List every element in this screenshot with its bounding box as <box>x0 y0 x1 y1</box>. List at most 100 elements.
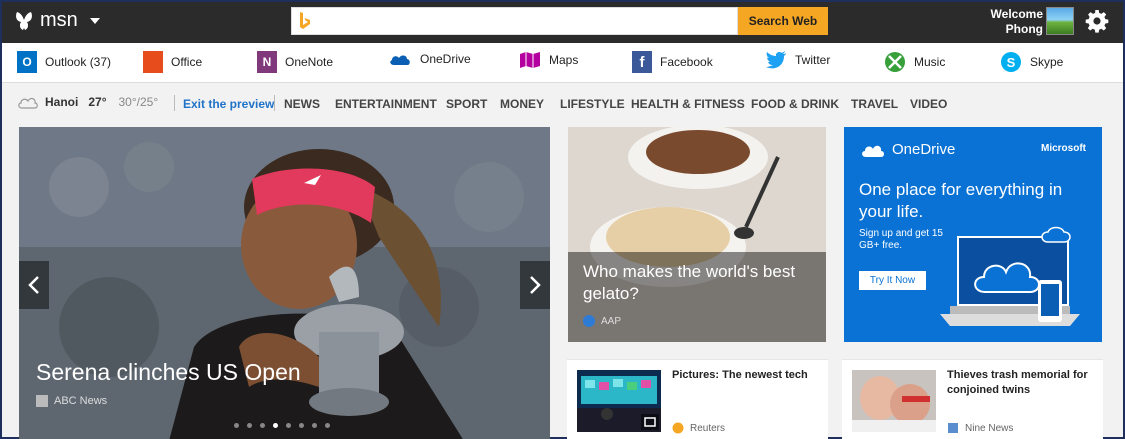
memorial-headline[interactable]: Thieves trash memorial for conjoined twi… <box>947 368 1092 398</box>
maps-icon <box>520 52 540 68</box>
weather-temp: 27° <box>88 95 107 109</box>
nav-video[interactable]: VIDEO <box>910 97 947 111</box>
twitter-icon <box>766 51 786 69</box>
carousel-dot[interactable] <box>234 423 239 428</box>
top-bar: msn Search Web Welcome Phong <box>2 2 1123 43</box>
onenote-icon: N <box>257 51 277 73</box>
carousel-dot[interactable] <box>312 423 317 428</box>
search-web-button[interactable]: Search Web <box>738 7 828 35</box>
gelato-headline[interactable]: Who makes the world's best gelato? <box>583 261 813 305</box>
hero-image <box>19 127 550 439</box>
weather-city: Hanoi <box>45 95 79 109</box>
bing-icon <box>300 12 310 29</box>
onedrive-ad[interactable]: OneDrive Microsoft One place for everyth… <box>844 127 1102 342</box>
app-link-outlook[interactable]: O Outlook (37) <box>17 51 111 73</box>
carousel-dot[interactable] <box>247 423 252 428</box>
carousel-dot[interactable] <box>260 423 265 428</box>
app-label: Music <box>914 55 946 69</box>
user-greeting[interactable]: Welcome Phong <box>991 7 1043 37</box>
carousel-dot[interactable] <box>273 423 278 428</box>
nav-lifestyle[interactable]: LIFESTYLE <box>560 97 625 111</box>
app-link-office[interactable]: Office <box>143 51 202 73</box>
memorial-thumbnail <box>852 370 936 432</box>
search-box <box>291 7 738 35</box>
nav-food-drink[interactable]: FOOD & DRINK <box>751 97 839 111</box>
ad-headline: One place for everything in your life. <box>859 180 1063 221</box>
app-label: Facebook <box>660 55 713 69</box>
nav-health-fitness[interactable]: HEALTH & FITNESS <box>631 97 745 111</box>
xbox-music-icon <box>885 52 905 72</box>
gelato-image <box>568 127 826 342</box>
nav-travel[interactable]: TRAVEL <box>851 97 898 111</box>
memorial-source: Nine News <box>947 422 1013 434</box>
app-link-onenote[interactable]: N OneNote <box>257 51 333 73</box>
carousel-dots <box>234 423 330 428</box>
tech-headline[interactable]: Pictures: The newest tech <box>672 368 817 383</box>
user-name: Phong <box>1005 22 1043 36</box>
nav-news[interactable]: NEWS <box>284 97 320 111</box>
aap-icon <box>583 315 595 327</box>
butterfly-icon <box>16 11 32 30</box>
weather-range: 30°/25° <box>118 95 159 109</box>
hero-source: ABC News <box>36 395 107 407</box>
gelato-source: AAP <box>583 315 621 327</box>
divider <box>174 95 175 111</box>
nav-money[interactable]: MONEY <box>500 97 544 111</box>
chevron-down-icon[interactable] <box>89 17 100 24</box>
story-card-memorial[interactable]: Thieves trash memorial for conjoined twi… <box>842 359 1103 439</box>
chevron-right-icon <box>530 276 541 294</box>
hero-carousel[interactable]: Serena clinches US Open ABC News <box>19 127 550 439</box>
carousel-dot[interactable] <box>286 423 291 428</box>
tech-source: Reuters <box>672 422 725 434</box>
app-link-twitter[interactable]: Twitter <box>765 51 830 69</box>
app-link-onedrive[interactable]: OneDrive <box>388 51 471 67</box>
skype-icon: S <box>1001 52 1021 72</box>
app-label: OneNote <box>285 55 334 69</box>
divider <box>274 95 275 111</box>
app-label: OneDrive <box>420 52 471 66</box>
avatar[interactable] <box>1046 7 1074 35</box>
carousel-dot[interactable] <box>299 423 304 428</box>
msn-logo[interactable]: msn <box>14 9 100 32</box>
app-link-music[interactable]: Music <box>884 51 945 73</box>
ad-vendor: Microsoft <box>1041 143 1086 154</box>
nine-news-icon <box>948 423 958 433</box>
gelato-source-name: AAP <box>601 315 622 327</box>
ad-brand-name: OneDrive <box>892 141 956 158</box>
onedrive-icon <box>390 55 410 65</box>
memorial-source-name: Nine News <box>965 422 1014 434</box>
ad-brand: OneDrive <box>860 141 955 158</box>
chevron-left-icon <box>28 276 39 294</box>
hero-headline[interactable]: Serena clinches US Open <box>36 359 301 386</box>
facebook-icon: f <box>632 51 652 73</box>
story-card-tech[interactable]: Pictures: The newest tech Reuters <box>567 359 828 439</box>
app-link-skype[interactable]: S Skype <box>1000 51 1063 73</box>
carousel-prev-button[interactable] <box>19 261 49 309</box>
app-link-facebook[interactable]: f Facebook <box>632 51 713 73</box>
gear-icon[interactable] <box>1085 9 1109 33</box>
search-input[interactable] <box>292 8 737 34</box>
cloud-icon <box>18 97 38 109</box>
weather-widget[interactable]: Hanoi 27° 30°/25° <box>17 95 158 109</box>
category-nav: Hanoi 27° 30°/25° Exit the preview NEWS … <box>2 90 1123 116</box>
tech-thumbnail <box>577 370 661 432</box>
reuters-icon <box>672 422 684 434</box>
exit-preview-link[interactable]: Exit the preview <box>183 97 274 111</box>
onedrive-icon <box>862 145 884 157</box>
office-icon <box>143 51 163 73</box>
app-label: Outlook (37) <box>45 55 112 69</box>
logo-text: msn <box>40 9 78 31</box>
app-label: Maps <box>549 53 579 67</box>
try-it-now-button[interactable]: Try It Now <box>859 271 926 290</box>
story-card-gelato[interactable]: Who makes the world's best gelato? AAP <box>568 127 826 342</box>
app-label: Twitter <box>795 53 831 67</box>
tech-source-name: Reuters <box>690 422 726 434</box>
carousel-next-button[interactable] <box>520 261 550 309</box>
carousel-dot[interactable] <box>325 423 330 428</box>
nav-entertainment[interactable]: ENTERTAINMENT <box>335 97 437 111</box>
nav-sport[interactable]: SPORT <box>446 97 487 111</box>
search-bar: Search Web <box>291 7 828 35</box>
app-link-maps[interactable]: Maps <box>519 51 578 69</box>
svg-text:S: S <box>1007 55 1016 70</box>
outlook-icon: O <box>17 51 37 73</box>
